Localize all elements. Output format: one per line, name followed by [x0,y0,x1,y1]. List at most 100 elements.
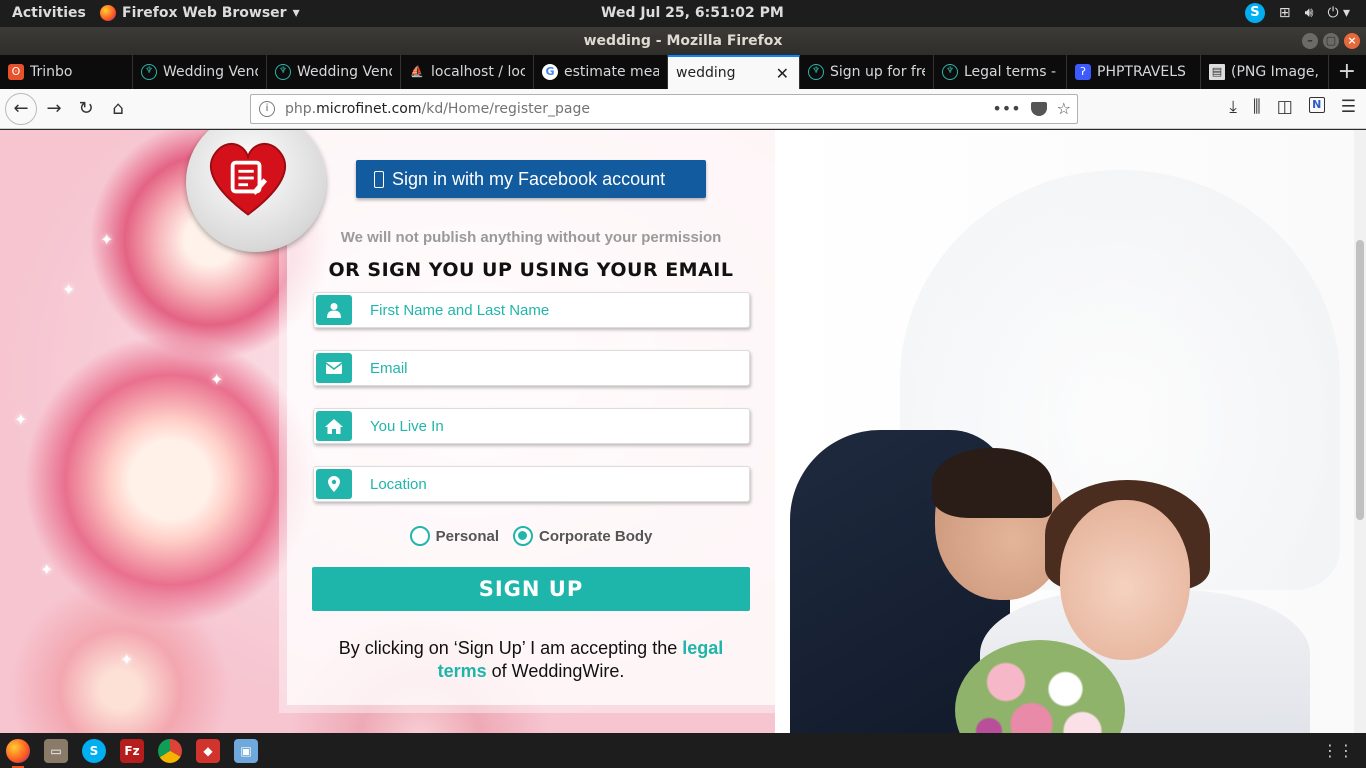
app-menu-label: Firefox Web Browser [122,5,287,21]
tab-sign-up[interactable]: ♆ Sign up for fre [800,55,934,89]
tab-label: Sign up for fre [830,64,925,80]
user-icon [316,295,352,325]
map-marker-icon [316,469,352,499]
app-menu[interactable]: Firefox Web Browser ▾ [100,5,300,21]
phptravels-icon: ʔ [1075,64,1091,80]
name-field[interactable]: First Name and Last Name [313,292,750,328]
chevron-down-icon: ▾ [292,5,300,21]
files-launcher-icon[interactable]: ▭ [44,738,68,763]
new-tab-button[interactable]: + [1328,55,1366,89]
minimize-icon[interactable]: – [1302,33,1318,49]
library-icon[interactable]: ⫼ [1253,97,1261,117]
virtualbox-launcher-icon[interactable]: ▣ [234,738,258,763]
skype-icon[interactable]: S [1244,3,1265,23]
maximize-icon[interactable]: ▢ [1323,33,1339,49]
tab-bar: ʘ Trinbo ♆ Wedding Vend ♆ Wedding Vend ⛵… [0,55,1366,89]
bookmark-star-icon[interactable]: ☆ [1057,99,1071,118]
radio-personal[interactable]: Personal [409,526,500,546]
tab-label: (PNG Image, 1 [1231,64,1320,80]
window-controls: – ▢ × [1302,33,1360,49]
radio-personal-label: Personal [435,527,500,545]
tab-label: wedding [676,65,736,81]
url-actions: ••• ☆ [992,99,1071,118]
tab-label: Wedding Vend [297,64,392,80]
url-text[interactable]: php.microfinet.com/kd/Home/register_page [285,101,590,117]
email-signup-heading: OR SIGN YOU UP USING YOUR EMAIL [328,259,734,281]
sparkle-decoration: ✦ [14,410,28,429]
live-in-field[interactable]: You Live In [313,408,750,444]
page-scrollbar[interactable] [1354,130,1366,733]
network-icon[interactable]: ⊞ [1279,5,1291,21]
sparkle-decoration: ✦ [40,560,54,579]
menu-icon[interactable]: ☰ [1341,97,1356,117]
wedding-site-icon: ♆ [808,64,824,80]
home-button[interactable]: ⌂ [104,95,132,123]
launcher-dock: ▭ S Fz ◆ ▣ ⋮⋮ [0,733,1366,768]
facebook-signin-button[interactable]: Sign in with my Facebook account [356,160,706,198]
pocket-icon[interactable] [1030,102,1047,116]
clock[interactable]: Wed Jul 25, 6:51:02 PM [601,5,784,21]
heart-logo-icon [210,143,286,216]
site-info-icon[interactable]: i [259,101,275,117]
tab-phptravels[interactable]: ʔ PHPTRAVELS [1067,55,1201,89]
tab-wedding-vendors-1[interactable]: ♆ Wedding Vend [133,55,267,89]
legal-notice: By clicking on ‘Sign Up’ I am accepting … [317,637,745,683]
url-bar[interactable]: i php.microfinet.com/kd/Home/register_pa… [250,94,1078,124]
permission-note: We will not publish anything without you… [340,229,722,246]
firefox-launcher-icon[interactable] [6,738,30,768]
system-top-bar: Activities Firefox Web Browser ▾ Wed Jul… [0,0,1366,27]
close-tab-icon[interactable]: ✕ [776,64,789,83]
filezilla-launcher-icon[interactable]: Fz [120,738,144,763]
account-type-radio-group: Personal Corporate Body [287,526,775,546]
google-icon: G [542,64,558,80]
reload-button[interactable]: ↻ [72,95,100,123]
sign-up-button[interactable]: SIGN UP [312,567,750,611]
mobile-icon [374,170,384,188]
sparkle-decoration: ✦ [210,370,224,389]
tab-legal-terms[interactable]: ♆ Legal terms - [934,55,1067,89]
wedding-site-icon: ♆ [942,64,958,80]
anydesk-launcher-icon[interactable]: ◆ [196,738,220,763]
power-icon[interactable]: ⏻ ▾ [1327,5,1350,21]
volume-icon[interactable]: 🔊︎ [1305,5,1314,21]
back-button[interactable]: ← [5,93,37,125]
close-window-icon[interactable]: × [1344,33,1360,49]
bride-head-shape [1060,500,1190,660]
tab-trinbo[interactable]: ʘ Trinbo [0,55,133,89]
page-actions-icon[interactable]: ••• [992,99,1020,118]
phpmyadmin-icon: ⛵ [410,65,424,78]
radio-button[interactable] [409,526,430,546]
radio-corporate-label: Corporate Body [539,527,653,545]
radio-corporate-body[interactable]: Corporate Body [513,526,652,546]
scrollbar-thumb[interactable] [1356,240,1364,520]
skype-launcher-icon[interactable]: S [82,738,106,763]
sparkle-decoration: ✦ [62,280,76,299]
chrome-launcher-icon[interactable] [158,738,182,763]
extension-n-icon[interactable]: N [1308,97,1325,113]
home-icon [316,411,352,441]
tab-label: Trinbo [30,64,73,80]
email-field-placeholder: Email [370,359,408,377]
tab-png-image[interactable]: ▤ (PNG Image, 1 [1201,55,1329,89]
forward-button[interactable]: → [40,95,68,123]
location-field[interactable]: Location [313,466,750,502]
tab-phpmyadmin[interactable]: ⛵ localhost / loc [401,55,534,89]
tab-google-search[interactable]: G estimate mea [534,55,668,89]
legal-notice-after: of WeddingWire. [486,661,625,681]
show-applications-icon[interactable]: ⋮⋮ [1322,741,1354,760]
email-field[interactable]: Email [313,350,750,386]
trinbo-icon: ʘ [8,64,24,80]
envelope-icon [316,353,352,383]
window-title-bar: wedding - Mozilla Firefox – ▢ × [0,27,1366,55]
name-field-placeholder: First Name and Last Name [370,301,550,319]
tab-wedding-vendors-2[interactable]: ♆ Wedding Vend [267,55,401,89]
sparkle-decoration: ✦ [100,230,114,249]
legal-notice-before: By clicking on ‘Sign Up’ I am accepting … [338,638,683,658]
sidebar-icon[interactable]: ◫ [1277,97,1293,117]
tab-label: Legal terms - [964,64,1057,80]
sparkle-decoration: ✦ [120,650,134,669]
radio-button[interactable] [513,526,534,546]
activities-button[interactable]: Activities [12,5,86,21]
download-icon[interactable]: ⤓ [1229,97,1237,117]
tab-wedding-active[interactable]: wedding ✕ [668,55,800,89]
